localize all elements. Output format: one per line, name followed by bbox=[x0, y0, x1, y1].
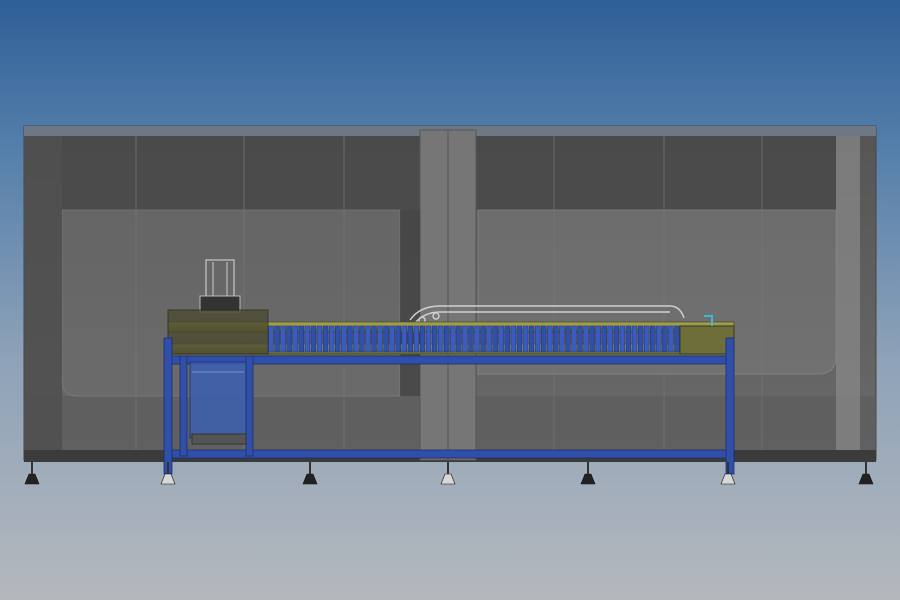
carrier bbox=[335, 325, 341, 353]
carrier bbox=[571, 325, 577, 353]
carrier bbox=[377, 325, 383, 353]
carrier bbox=[565, 325, 571, 353]
left-side-panel bbox=[24, 136, 62, 450]
carrier bbox=[516, 325, 523, 353]
carrier bbox=[650, 325, 656, 353]
leveling-foot bbox=[858, 473, 874, 485]
carrier bbox=[353, 325, 359, 353]
carrier bbox=[413, 325, 420, 353]
collection-bin bbox=[189, 361, 247, 445]
carrier bbox=[298, 325, 304, 353]
carrier bbox=[389, 325, 395, 353]
conveyor-infeed-block bbox=[167, 309, 269, 355]
frame-leg-mid-left bbox=[245, 355, 254, 457]
carrier bbox=[510, 325, 517, 353]
carrier bbox=[456, 325, 462, 353]
carrier bbox=[613, 325, 620, 353]
carrier bbox=[504, 325, 510, 353]
carrier bbox=[347, 325, 353, 353]
carrier bbox=[304, 325, 311, 353]
leveling-foot-stem bbox=[167, 462, 169, 474]
carrier bbox=[407, 325, 414, 353]
carrier bbox=[365, 325, 371, 353]
carrier bbox=[468, 325, 474, 353]
carrier bbox=[292, 325, 298, 353]
carrier bbox=[547, 325, 553, 353]
right-side-panel bbox=[836, 136, 860, 450]
cad-scene bbox=[23, 125, 877, 485]
carrier bbox=[462, 325, 468, 353]
frame-leg-right bbox=[725, 337, 735, 475]
leveling-foot-stem bbox=[587, 462, 589, 474]
carrier bbox=[474, 325, 480, 353]
leveling-foot bbox=[580, 473, 596, 485]
carrier bbox=[607, 325, 613, 353]
carrier bbox=[425, 325, 432, 353]
carrier bbox=[486, 325, 492, 353]
carrier bbox=[438, 325, 444, 353]
carrier bbox=[268, 325, 274, 353]
carrier bbox=[431, 325, 438, 353]
carrier bbox=[371, 325, 377, 353]
leveling-feet bbox=[24, 462, 874, 485]
carrier bbox=[668, 325, 674, 353]
carrier bbox=[383, 325, 389, 353]
carrier bbox=[450, 325, 456, 353]
carrier bbox=[534, 325, 541, 353]
leveling-foot-stem bbox=[31, 462, 33, 474]
leveling-foot bbox=[440, 473, 456, 485]
leveling-foot-stem bbox=[865, 462, 867, 474]
carrier bbox=[310, 325, 317, 353]
leveling-foot bbox=[720, 473, 736, 485]
machine-enclosure bbox=[23, 125, 877, 462]
carrier bbox=[359, 325, 365, 353]
leveling-foot-stem bbox=[447, 462, 449, 474]
carrier bbox=[589, 325, 595, 353]
carrier bbox=[553, 325, 559, 353]
carrier bbox=[631, 325, 638, 353]
carrier bbox=[419, 325, 426, 353]
carrier bbox=[498, 325, 504, 353]
carrier bbox=[322, 325, 329, 353]
carrier bbox=[577, 325, 583, 353]
carrier bbox=[656, 325, 662, 353]
frame-leg-left bbox=[163, 337, 173, 475]
carrier bbox=[522, 325, 529, 353]
leveling-foot bbox=[160, 473, 176, 485]
carrier bbox=[528, 325, 535, 353]
carrier bbox=[637, 325, 644, 353]
carrier bbox=[341, 325, 347, 353]
carrier bbox=[674, 325, 680, 353]
leveling-foot-stem bbox=[309, 462, 311, 474]
carrier bbox=[492, 325, 498, 353]
carrier bbox=[601, 325, 607, 353]
carrier bbox=[662, 325, 668, 353]
carrier bbox=[401, 325, 407, 353]
frame-leg-inner bbox=[179, 355, 188, 457]
carrier bbox=[328, 325, 335, 353]
carrier bbox=[619, 325, 626, 353]
carrier bbox=[595, 325, 601, 353]
carrier bbox=[541, 325, 547, 353]
leveling-foot bbox=[302, 473, 318, 485]
carrier bbox=[444, 325, 450, 353]
carrier bbox=[625, 325, 632, 353]
carrier bbox=[316, 325, 323, 353]
carrier bbox=[274, 325, 280, 353]
carrier bbox=[280, 325, 286, 353]
carrier bbox=[395, 325, 401, 353]
center-column-shadow bbox=[400, 210, 420, 396]
leveling-foot bbox=[24, 473, 40, 485]
carrier bbox=[644, 325, 650, 353]
leveling-foot-stem bbox=[727, 462, 729, 474]
carrier bbox=[480, 325, 486, 353]
carrier bbox=[286, 325, 292, 353]
carrier bbox=[583, 325, 589, 353]
carrier bbox=[559, 325, 565, 353]
